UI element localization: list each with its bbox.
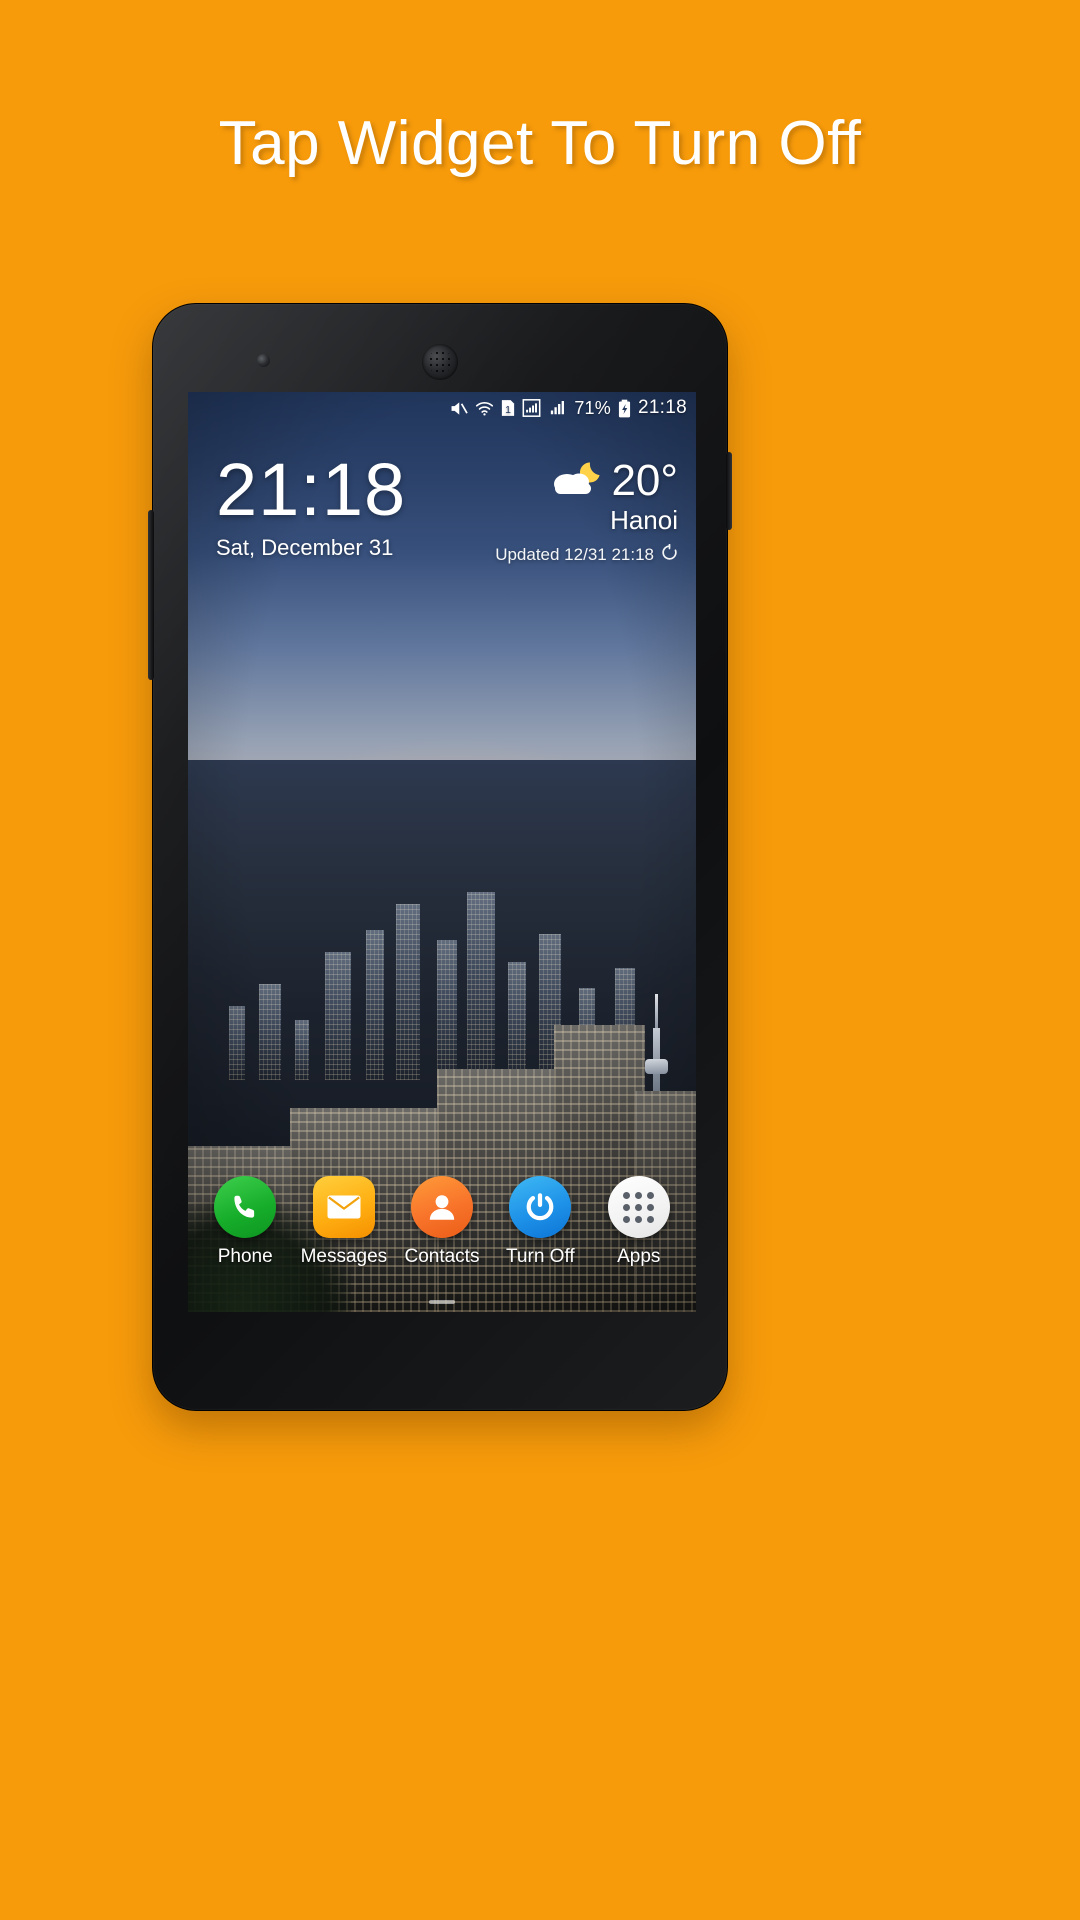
status-bar: 1 71% 21:18: [188, 392, 696, 424]
weather-temperature: 20°: [611, 455, 678, 505]
status-bar-clock: 21:18: [637, 397, 687, 418]
clock-date: Sat, December 31: [216, 535, 394, 561]
person-icon[interactable]: [410, 1176, 473, 1238]
weather-widget[interactable]: 20° Hanoi Updated 12/31 21:18: [495, 458, 678, 566]
cn-tower-pod: [645, 1059, 668, 1075]
weather-city: Hanoi: [610, 505, 678, 535]
dock-item-apps[interactable]: Apps: [596, 1176, 682, 1268]
signal-sim2-icon: [548, 399, 567, 417]
app-grid-dots: [623, 1191, 655, 1223]
clock-widget[interactable]: 21:18 Sat, December 31: [216, 448, 407, 561]
dock-label-turn-off: Turn Off: [506, 1246, 575, 1267]
battery-charging-icon: [618, 399, 631, 418]
envelope-icon[interactable]: [312, 1176, 375, 1238]
phone-icon[interactable]: [214, 1176, 277, 1238]
page-title: Tap Widget To Turn Off: [218, 109, 862, 178]
phone-device: 1 71% 21:18 21:18 Sat, December 31 20° H…: [148, 303, 732, 1411]
front-camera: [257, 354, 270, 367]
screenshot-root: Tap Widget To Turn Off 1 71% 21:18 21:18…: [0, 0, 1080, 1920]
volume-button[interactable]: [148, 510, 154, 680]
clock-time: 21:18: [216, 448, 407, 531]
dock-item-contacts[interactable]: Contacts: [399, 1176, 485, 1268]
svg-text:1: 1: [505, 404, 511, 416]
dock-label-phone: Phone: [217, 1246, 273, 1267]
earpiece-mesh: [428, 350, 452, 374]
battery-percent: 71%: [574, 397, 611, 418]
dock-label-messages: Messages: [300, 1246, 388, 1267]
weather-summary: 20°: [495, 458, 678, 503]
phone-bottom-bezel: [188, 1312, 696, 1408]
weather-updated-row: Updated 12/31 21:18: [495, 543, 678, 566]
earpiece-speaker: [422, 344, 458, 380]
refresh-icon[interactable]: [661, 543, 678, 566]
wifi-icon: [475, 400, 494, 417]
power-button[interactable]: [726, 452, 732, 530]
dock-item-phone[interactable]: Phone: [202, 1176, 288, 1268]
signal-sim1-icon: [522, 399, 541, 417]
dock: Phone Messages Contacts Turn Off Apps: [188, 1176, 696, 1268]
phone-screen[interactable]: 1 71% 21:18 21:18 Sat, December 31 20° H…: [188, 392, 696, 1312]
app-grid-icon[interactable]: [607, 1176, 670, 1238]
weather-updated-text: Updated 12/31 21:18: [495, 545, 654, 564]
dock-label-apps: Apps: [617, 1246, 661, 1267]
nav-hint: [429, 1300, 455, 1304]
mute-icon: [449, 400, 469, 417]
cn-tower-needle: [655, 994, 658, 1029]
night-partly-cloudy-icon: [549, 458, 603, 503]
power-icon[interactable]: [509, 1176, 572, 1238]
dock-item-messages[interactable]: Messages: [301, 1176, 387, 1268]
dock-label-contacts: Contacts: [404, 1246, 480, 1267]
dock-item-turn-off[interactable]: Turn Off: [497, 1176, 583, 1268]
sim-card-icon: 1: [501, 399, 515, 417]
